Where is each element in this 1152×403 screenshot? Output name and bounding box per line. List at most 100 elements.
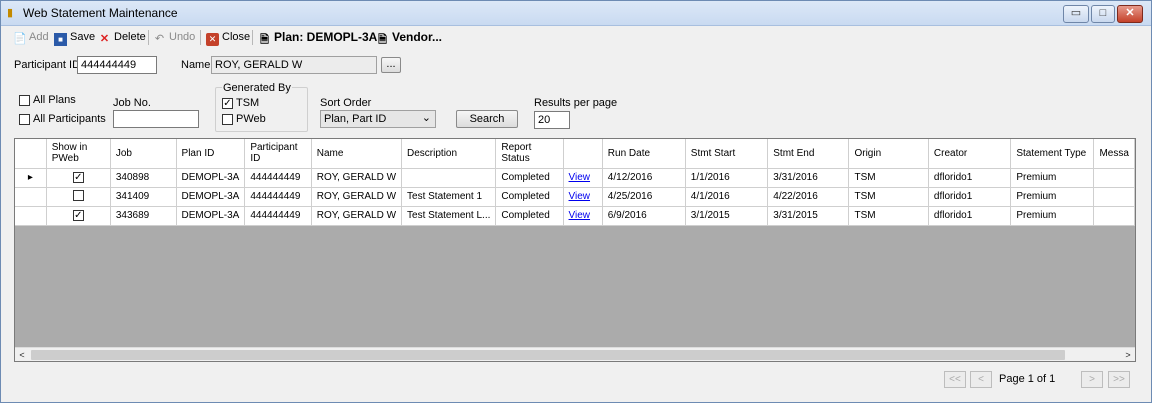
next-page-button[interactable]: > — [1081, 371, 1103, 388]
all-plans-checkbox[interactable] — [19, 95, 30, 106]
column-header-origin[interactable]: Origin — [848, 139, 929, 169]
column-header-creator[interactable]: Creator — [928, 139, 1012, 169]
column-header-description[interactable]: Description — [401, 139, 497, 169]
tsm-checkbox[interactable]: ✓ — [222, 98, 233, 109]
description-cell: Test Statement 1 — [401, 187, 497, 207]
participant-id-label: Participant ID — [14, 59, 81, 71]
last-page-button[interactable]: >> — [1108, 371, 1130, 388]
view-cell: View — [563, 206, 603, 226]
column-header-participant-id[interactable]: Participant ID — [244, 139, 312, 169]
column-header-plan-id[interactable]: Plan ID — [176, 139, 246, 169]
column-header-statement-type[interactable]: Statement Type — [1010, 139, 1095, 169]
table-row[interactable]: ▸ ✓ 340898 DEMOPL-3A 444444449 ROY, GERA… — [15, 168, 1135, 188]
name-cell: ROY, GERALD W — [311, 206, 403, 226]
close-button[interactable]: ✕ Close — [206, 29, 250, 46]
document-icon: 🗎 — [260, 34, 269, 46]
view-cell: View — [563, 168, 603, 188]
show-in-pweb-checkbox[interactable] — [72, 189, 84, 201]
stmt-end-cell: 3/31/2015 — [767, 206, 850, 226]
row-selector[interactable] — [15, 206, 47, 226]
table-row[interactable]: ✓ 343689 DEMOPL-3A 444444449 ROY, GERALD… — [15, 206, 1135, 226]
first-page-button[interactable]: << — [944, 371, 966, 388]
minimize-button[interactable]: ▭ — [1063, 5, 1089, 23]
column-header-run-date[interactable]: Run Date — [602, 139, 686, 169]
tsm-label: TSM — [236, 97, 260, 109]
add-button[interactable]: 📄 Add — [13, 29, 49, 46]
results-table: Show in PWeb Job Plan ID Participant ID … — [15, 139, 1135, 226]
row-selector[interactable]: ▸ — [15, 168, 47, 188]
stmt-end-cell: 4/22/2016 — [767, 187, 850, 207]
undo-label: Undo — [169, 31, 196, 43]
report-status-cell: Completed — [495, 187, 564, 207]
toolbar-separator — [200, 30, 201, 45]
origin-cell: TSM — [848, 168, 929, 188]
job-cell: 340898 — [110, 168, 177, 188]
report-status-cell: Completed — [495, 168, 564, 188]
header-row: Show in PWeb Job Plan ID Participant ID … — [15, 139, 1135, 169]
vendor-label: Vendor... — [392, 30, 443, 44]
delete-label: Delete — [114, 31, 146, 43]
job-no-label: Job No. — [113, 97, 151, 109]
statement-type-cell: Premium — [1010, 187, 1095, 207]
maximize-button[interactable]: □ — [1091, 5, 1115, 23]
run-date-cell: 6/9/2016 — [602, 206, 686, 226]
show-in-pweb-checkbox[interactable]: ✓ — [72, 172, 84, 183]
window-title: Web Statement Maintenance — [23, 6, 178, 20]
column-header-report-status[interactable]: Report Status — [495, 139, 564, 169]
message-cell — [1093, 187, 1135, 207]
show-in-pweb-cell: ✓ — [46, 206, 111, 226]
column-header-name[interactable]: Name — [311, 139, 403, 169]
save-label: Save — [70, 31, 96, 43]
prev-page-button[interactable]: < — [970, 371, 992, 388]
description-cell — [401, 168, 497, 188]
job-no-input[interactable] — [113, 110, 199, 128]
undo-button[interactable]: ↶ Undo — [153, 29, 195, 46]
all-participants-checkbox[interactable] — [19, 114, 30, 125]
search-button[interactable]: Search — [456, 110, 518, 128]
report-status-cell: Completed — [495, 206, 564, 226]
results-per-page-input[interactable]: 20 — [534, 111, 570, 129]
add-label: Add — [29, 31, 49, 43]
origin-cell: TSM — [848, 187, 929, 207]
plan-button[interactable]: 🗎 Plan: DEMOPL-3A — [258, 29, 377, 46]
scroll-left-icon[interactable]: < — [15, 348, 29, 361]
window-close-button[interactable]: ✕ — [1117, 5, 1143, 23]
view-link[interactable]: View — [569, 191, 591, 202]
chevron-down-icon: ⌄ — [421, 112, 431, 124]
run-date-cell: 4/12/2016 — [602, 168, 686, 188]
column-header-stmt-start[interactable]: Stmt Start — [685, 139, 769, 169]
participant-id-input[interactable]: 444444449 — [77, 56, 157, 74]
save-button[interactable]: ■ Save — [54, 29, 95, 46]
scrollbar-thumb[interactable] — [31, 350, 1065, 360]
table-row[interactable]: 341409 DEMOPL-3A 444444449 ROY, GERALD W… — [15, 187, 1135, 207]
show-in-pweb-checkbox[interactable]: ✓ — [72, 210, 84, 221]
toolbar-separator — [148, 30, 149, 45]
name-lookup-button[interactable]: ... — [381, 57, 401, 73]
name-cell: ROY, GERALD W — [311, 168, 403, 188]
column-header-selector[interactable] — [15, 139, 47, 169]
statement-type-cell: Premium — [1010, 168, 1095, 188]
pweb-checkbox[interactable] — [222, 114, 233, 125]
plan-id-cell: DEMOPL-3A — [176, 187, 246, 207]
view-link[interactable]: View — [569, 172, 591, 183]
column-header-stmt-end[interactable]: Stmt End — [767, 139, 850, 169]
column-header-view[interactable] — [563, 139, 603, 169]
stmt-start-cell: 3/1/2015 — [685, 206, 769, 226]
scroll-right-icon[interactable]: > — [1121, 348, 1135, 361]
horizontal-scrollbar[interactable]: < > — [15, 347, 1135, 361]
delete-button[interactable]: ✕ Delete — [98, 29, 146, 46]
toolbar-separator — [252, 30, 253, 45]
generated-by-label: Generated By — [222, 82, 292, 94]
vendor-button[interactable]: 🗎 Vendor... — [376, 29, 442, 46]
sort-order-select[interactable]: Plan, Part ID ⌄ — [320, 110, 436, 128]
column-header-show-in-pweb[interactable]: Show in PWeb — [46, 139, 111, 169]
row-selector[interactable] — [15, 187, 47, 207]
view-link[interactable]: View — [569, 210, 591, 221]
stmt-end-cell: 3/31/2016 — [767, 168, 850, 188]
creator-cell: dflorido1 — [928, 168, 1012, 188]
column-header-message[interactable]: Messa — [1093, 139, 1135, 169]
undo-icon: ↶ — [154, 33, 165, 45]
column-header-job[interactable]: Job — [110, 139, 177, 169]
document-icon: 🗎 — [378, 34, 387, 46]
job-cell: 343689 — [110, 206, 177, 226]
